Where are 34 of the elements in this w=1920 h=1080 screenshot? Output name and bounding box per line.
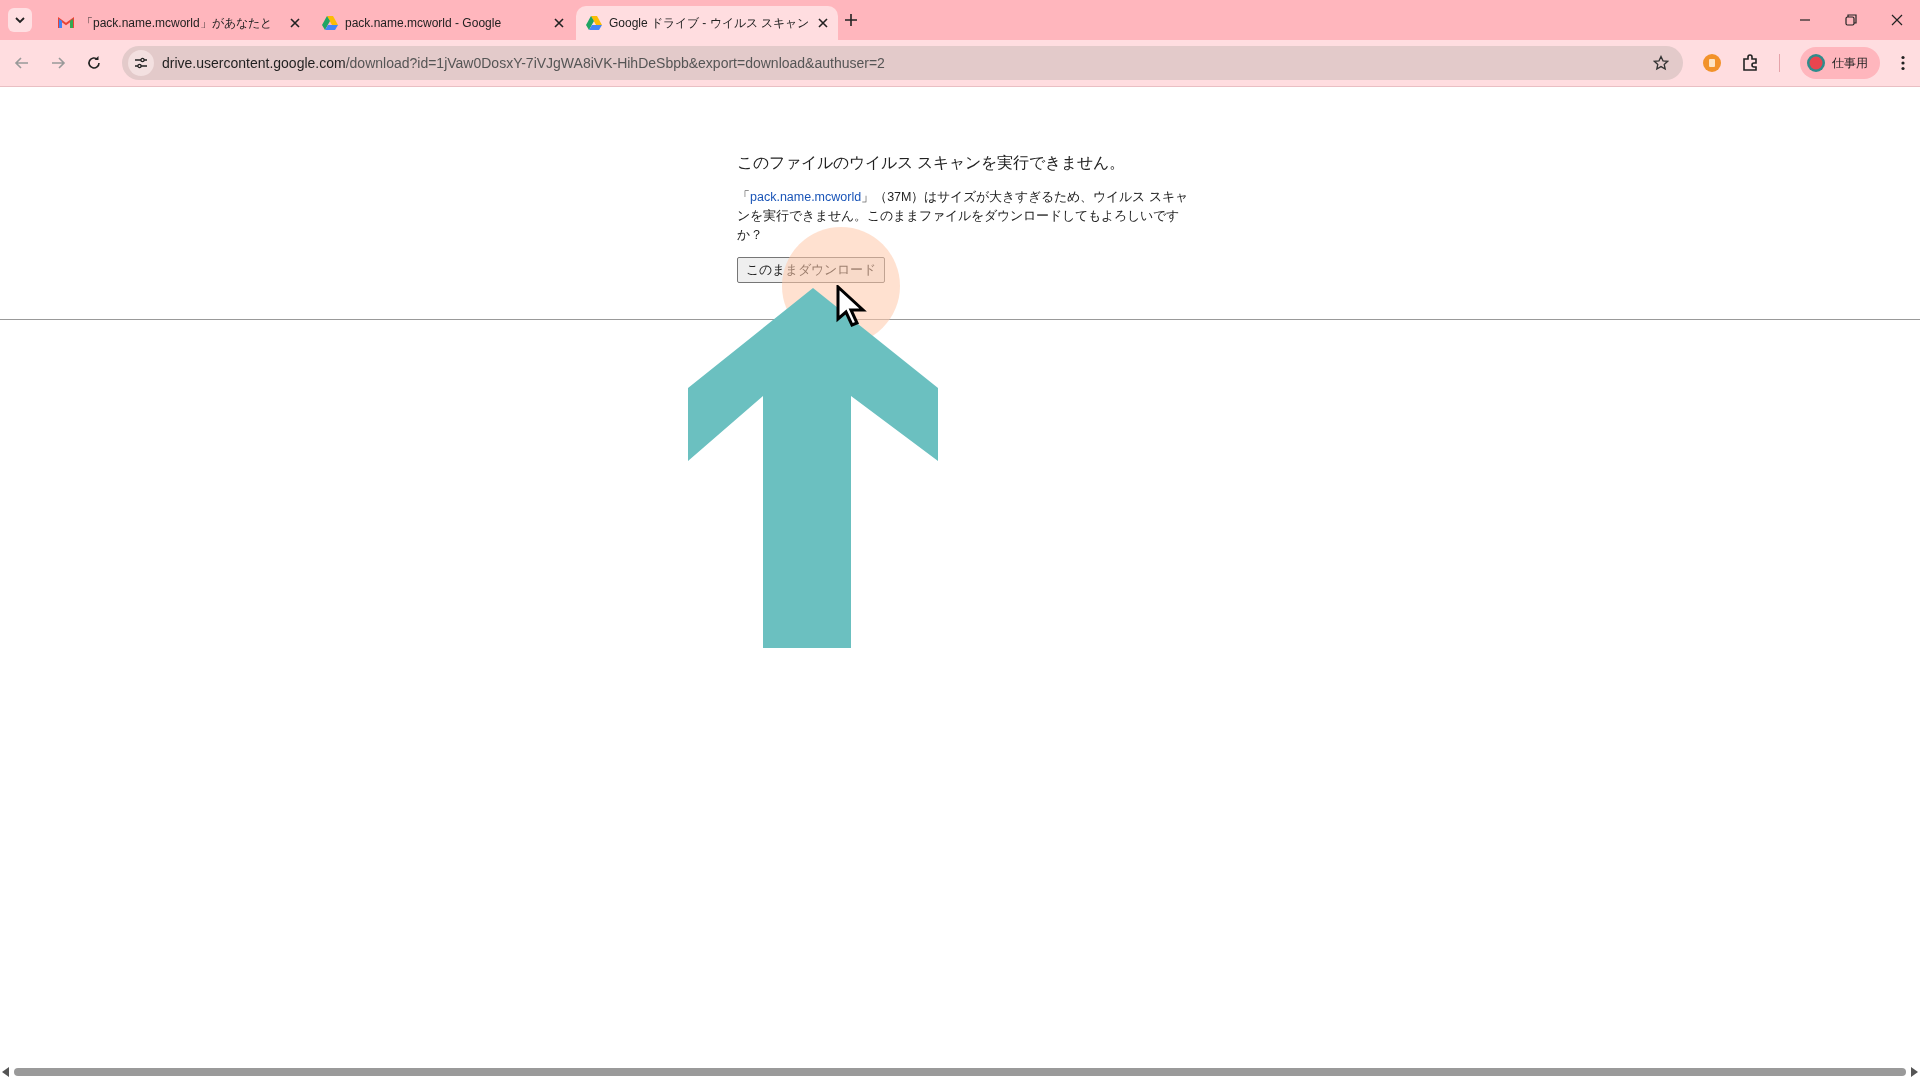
page-heading: このファイルのウイルス スキャンを実行できません。 xyxy=(737,153,1127,173)
close-icon[interactable] xyxy=(818,18,828,28)
horizontal-scrollbar[interactable] xyxy=(0,1066,1920,1078)
chevron-down-icon xyxy=(14,14,26,26)
puzzle-icon[interactable] xyxy=(1741,54,1759,72)
browser-tab[interactable]: 「pack.name.mcworld」があなたと xyxy=(48,6,310,40)
star-icon[interactable] xyxy=(1653,55,1669,71)
browser-tab[interactable]: pack.name.mcworld - Google xyxy=(312,6,574,40)
tab-title: 「pack.name.mcworld」があなたと xyxy=(81,14,273,32)
close-icon[interactable] xyxy=(1891,14,1903,26)
more-menu-icon[interactable] xyxy=(1900,55,1906,71)
reload-icon[interactable] xyxy=(86,55,102,71)
close-icon[interactable] xyxy=(554,18,564,28)
avatar-icon xyxy=(1806,53,1826,73)
tab-title: pack.name.mcworld - Google xyxy=(345,16,503,30)
tab-list-button[interactable] xyxy=(8,8,32,32)
address-bar[interactable]: drive.usercontent.google.com/download?id=1jVaw0DosxY-7iVJgWA8iVK-HihDeSbpb&export=download&authuser=2 xyxy=(122,46,1683,80)
triangle-logo-icon xyxy=(586,16,602,30)
warning-message: 「pack.name.mcworld」（37M）はサイズが大きすぎるため、ウイルス スキャンを実行できません。このままファイルをダウンロードしてもよろしいですか？ xyxy=(737,189,1189,244)
scroll-right-icon[interactable] xyxy=(1910,1067,1918,1077)
scrollbar-thumb[interactable] xyxy=(14,1068,1906,1076)
tab-title: Google ドライブ - ウイルス スキャン xyxy=(609,14,811,32)
mail-icon xyxy=(58,17,74,29)
restore-icon[interactable] xyxy=(1845,14,1857,26)
file-link[interactable]: pack.name.mcworld xyxy=(750,190,862,204)
url-text: drive.usercontent.google.com/download?id=1jVaw0DosxY-7iVJgWA8iVK-HihDeSbpb&export=download&authuser=2 xyxy=(162,55,886,71)
triangle-logo-icon xyxy=(322,16,338,30)
scroll-left-icon[interactable] xyxy=(2,1067,10,1077)
new-tab-icon[interactable] xyxy=(844,13,858,27)
download-button[interactable]: このままダウンロード xyxy=(737,257,885,283)
site-settings-icon[interactable] xyxy=(128,50,154,76)
close-icon[interactable] xyxy=(290,18,300,28)
browser-tab[interactable]: Google ドライブ - ウイルス スキャン xyxy=(576,6,838,40)
profile-button[interactable]: 仕事用 xyxy=(1800,47,1880,79)
